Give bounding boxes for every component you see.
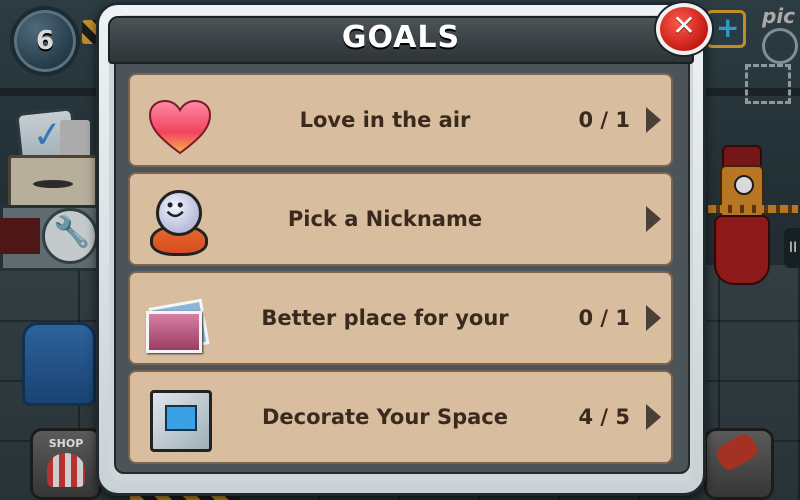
- goal-progress: 0 / 1: [578, 306, 630, 330]
- goal-label: Pick a Nickname: [287, 207, 483, 231]
- close-icon: ✕: [672, 9, 696, 42]
- chevron-right-icon: [646, 404, 661, 430]
- cube-screen: [165, 405, 197, 431]
- photo-card-front: [146, 311, 202, 353]
- cube-frame: [150, 390, 212, 452]
- bobot-icon: [142, 184, 212, 256]
- photos-icon: [142, 283, 212, 354]
- dialog-title: GOALS: [341, 20, 461, 55]
- goals-header: GOALS: [108, 16, 694, 64]
- heart-icon: [142, 85, 212, 155]
- goal-row-nickname[interactable]: Pick a Nickname: [128, 172, 673, 266]
- goal-progress: [560, 174, 630, 264]
- close-button[interactable]: ✕: [656, 3, 712, 55]
- goal-label: Love in the air: [299, 108, 471, 132]
- bobot-icon-face: [156, 190, 202, 236]
- goal-label: Better place for your Bobots: [261, 306, 509, 420]
- decor-cube-icon: [142, 382, 212, 452]
- goal-progress: 0 / 1: [578, 108, 630, 132]
- goal-row-love[interactable]: Love in the air 0 / 1: [128, 73, 673, 167]
- goal-row-better-place[interactable]: Better place for your Bobots 0 / 1: [128, 271, 673, 420]
- chevron-right-icon: [646, 206, 661, 232]
- goal-progress: 4 / 5: [578, 405, 630, 429]
- goal-row-decorate[interactable]: Decorate Your Space 4 / 5: [128, 370, 673, 464]
- chevron-right-icon: [646, 305, 661, 331]
- chevron-right-icon: [646, 107, 661, 133]
- goal-label: Decorate Your Space: [261, 405, 508, 429]
